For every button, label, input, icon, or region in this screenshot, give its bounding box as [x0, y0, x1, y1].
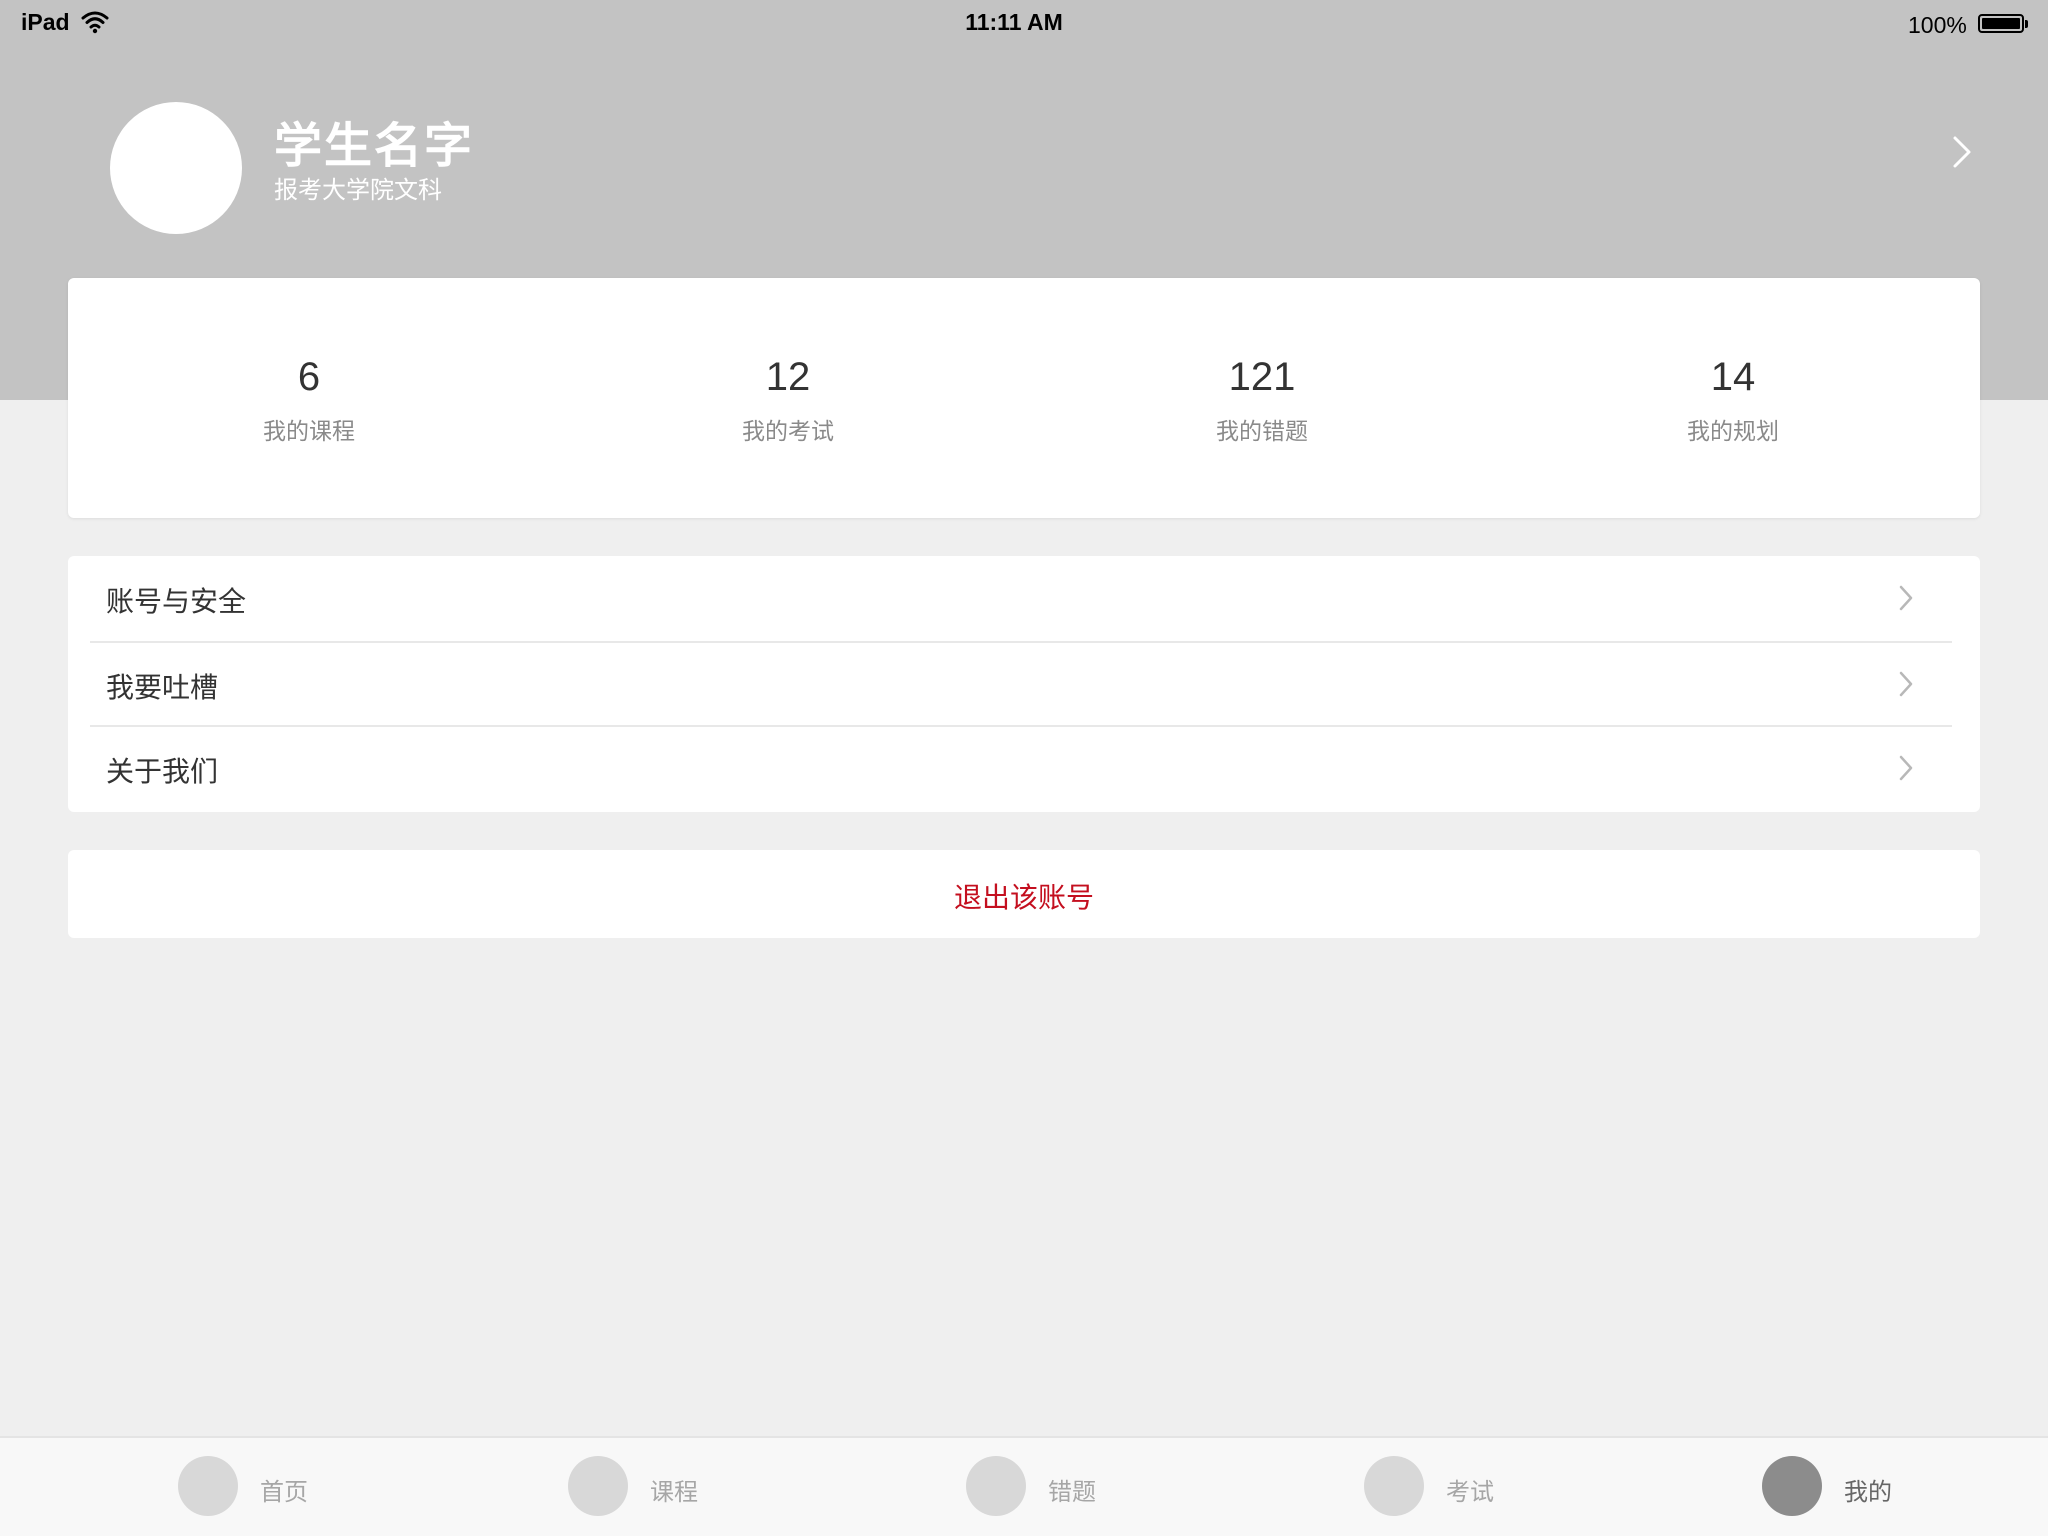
stat-my-exams[interactable]: 12 我的考试: [688, 354, 888, 446]
stat-value: 14: [1710, 355, 1756, 399]
tab-bar: 首页 课程 错题 考试 我的: [0, 1436, 2048, 1536]
tab-label: 考试: [1446, 1478, 1494, 1506]
stat-label: 我的规划: [1687, 419, 1779, 445]
profile-chevron-right-icon[interactable]: [1950, 134, 1976, 170]
home-icon: [178, 1456, 238, 1516]
menu-item-about-us[interactable]: 关于我们: [68, 726, 1980, 810]
menu-item-label: 我要吐槽: [106, 671, 219, 704]
tab-label: 首页: [260, 1478, 308, 1506]
stat-label: 我的错题: [1216, 419, 1308, 445]
stat-my-courses[interactable]: 6 我的课程: [209, 354, 409, 446]
stat-my-plans[interactable]: 14 我的规划: [1633, 354, 1833, 446]
chevron-right-icon: [1898, 754, 1914, 782]
stats-card: 6 我的课程 12 我的考试 121 我的错题 14 我的规划: [68, 278, 1980, 518]
exams-icon: [1364, 1456, 1424, 1516]
student-subtitle: 报考大学院文科: [274, 176, 442, 204]
stat-label: 我的考试: [742, 419, 834, 445]
chevron-right-icon: [1898, 584, 1914, 612]
stat-value: 121: [1228, 355, 1296, 399]
courses-icon: [568, 1456, 628, 1516]
status-bar: iPad 11:11 AM 100%: [0, 0, 2048, 48]
logout-label: 退出该账号: [953, 881, 1094, 914]
menu-item-account-security[interactable]: 账号与安全: [68, 556, 1980, 640]
menu-item-label: 账号与安全: [106, 585, 247, 618]
menu-item-label: 关于我们: [106, 755, 219, 788]
profile-screen: iPad 11:11 AM 100% 学生名字 报考大学院文科 6 我的课程 1…: [0, 0, 2048, 1536]
stat-label: 我的课程: [263, 419, 355, 445]
profile-icon: [1762, 1456, 1822, 1516]
logout-button[interactable]: 退出该账号: [68, 850, 1980, 938]
tab-label: 课程: [650, 1478, 698, 1506]
stat-value: 6: [297, 355, 321, 399]
avatar[interactable]: [110, 102, 242, 234]
student-name: 学生名字: [274, 118, 475, 174]
battery-tip: [2025, 20, 2028, 28]
tab-label: 我的: [1844, 1478, 1892, 1506]
menu-item-feedback[interactable]: 我要吐槽: [68, 642, 1980, 726]
mistakes-icon: [966, 1456, 1026, 1516]
battery-icon: [1978, 14, 2024, 33]
battery-percent: 100%: [1908, 12, 1967, 38]
stat-value: 12: [765, 355, 811, 399]
stat-my-mistakes[interactable]: 121 我的错题: [1162, 354, 1362, 446]
chevron-right-icon: [1898, 670, 1914, 698]
settings-menu: 账号与安全 我要吐槽 关于我们: [68, 556, 1980, 812]
clock: 11:11 AM: [965, 9, 1063, 35]
tab-label: 错题: [1048, 1478, 1096, 1506]
